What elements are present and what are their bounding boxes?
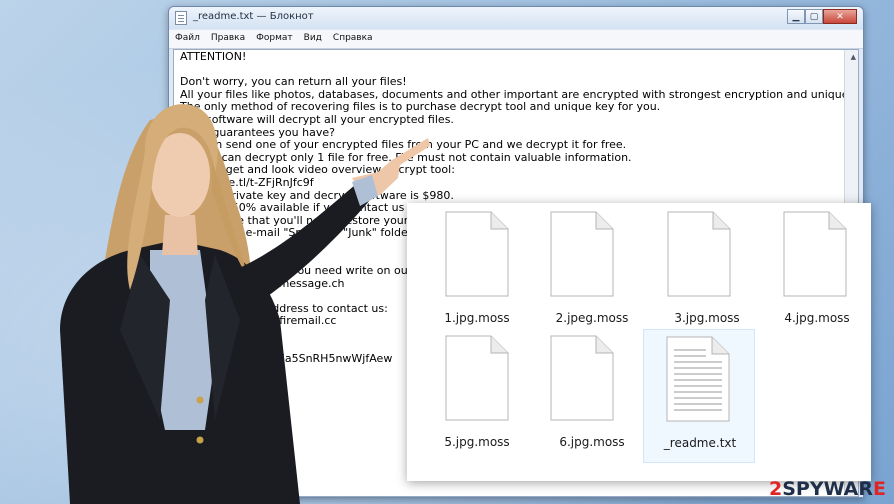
encrypted-files-panel: 1.jpg.moss 2.jpeg.moss 3.jpg.moss 4.jpg.… [407,203,871,481]
file-item[interactable]: 5.jpg.moss [419,335,535,465]
file-name: 3.jpg.moss [674,311,740,325]
file-item[interactable]: 4.jpg.moss [759,211,875,341]
text-file-icon [666,336,730,422]
file-item[interactable]: 3.jpg.moss [649,211,765,341]
close-button[interactable]: ✕ [823,9,857,24]
file-name: 2.jpeg.moss [555,311,629,325]
file-item-readme[interactable]: _readme.txt [643,329,755,463]
blank-file-icon [550,335,614,421]
blank-file-icon [445,335,509,421]
watermark-part: 2 [768,478,783,500]
file-name: 1.jpg.moss [444,311,510,325]
file-name: 4.jpg.moss [784,311,850,325]
scroll-up-icon[interactable]: ▲ [851,53,856,61]
file-item[interactable]: 1.jpg.moss [419,211,535,341]
presenter-woman-image [60,104,430,504]
blank-file-icon [550,211,614,297]
watermark-logo: 2SPYWARE [769,478,886,500]
maximize-button[interactable]: ▢ [805,9,823,24]
file-name: 6.jpg.moss [559,435,625,449]
file-name: 5.jpg.moss [444,435,510,449]
watermark-part: E [873,478,886,500]
file-name: _readme.txt [663,436,737,450]
blank-file-icon [783,211,847,297]
blank-file-icon [445,211,509,297]
blank-file-icon [667,211,731,297]
file-item[interactable]: 6.jpg.moss [534,335,650,465]
file-item[interactable]: 2.jpeg.moss [534,211,650,341]
window-controls: ▁ ▢ ✕ [787,9,857,25]
watermark-part: SPYWAR [782,478,874,500]
minimize-button[interactable]: ▁ [787,9,805,24]
